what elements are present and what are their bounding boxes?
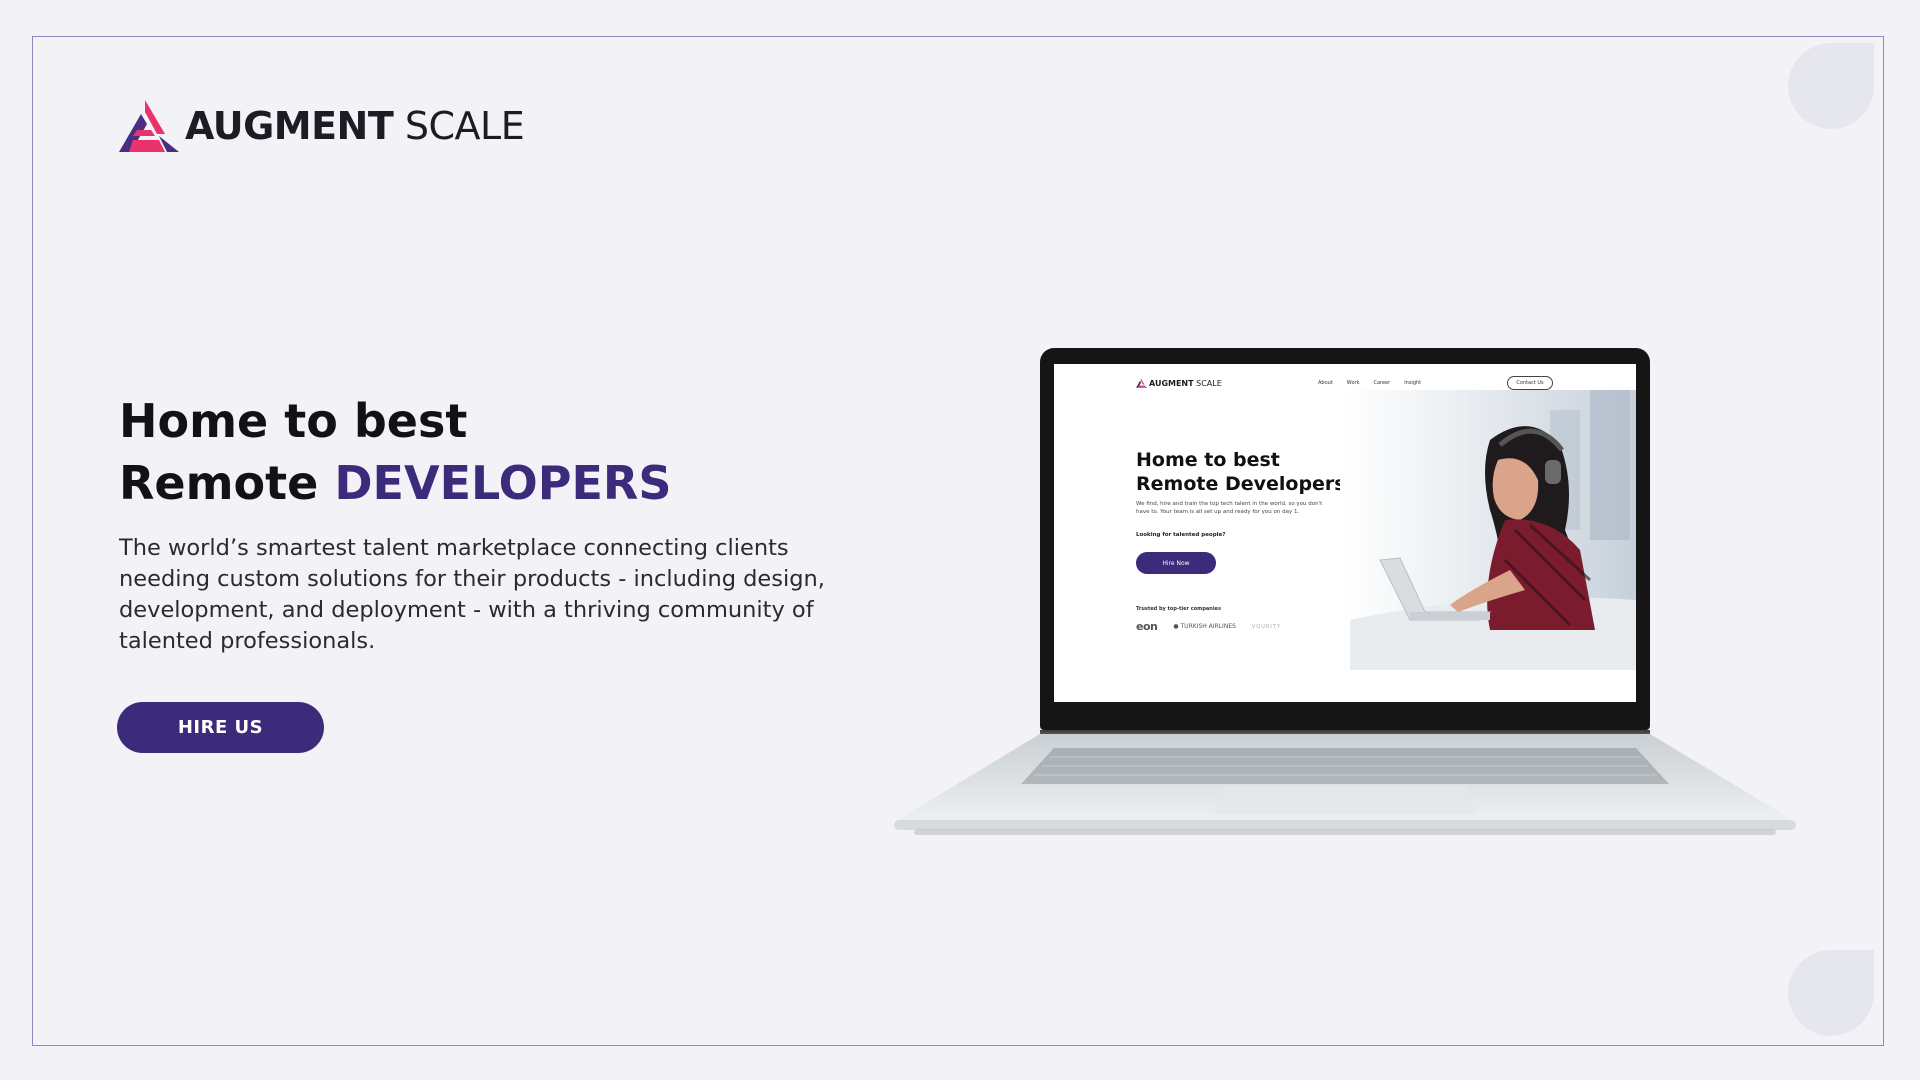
screen-nav-work: Work [1346, 380, 1360, 386]
company-logo-eon: eon [1136, 620, 1158, 633]
screen-company-logos: eon ● TURKISH AIRLINES VOURITY [1136, 620, 1281, 633]
screen-title-line2: Remote Developers [1136, 473, 1346, 495]
hire-us-button[interactable]: HIRE US [117, 702, 324, 753]
laptop-base [894, 734, 1796, 835]
brand-logo[interactable]: AUGMENT SCALE [119, 100, 525, 152]
screen-logo-icon [1136, 378, 1147, 388]
screen-title: Home to best Remote Developers [1136, 448, 1346, 496]
screen-logo-bold: AUGMENT [1149, 378, 1194, 388]
laptop-screen: AUGMENT SCALE About Work Career Insight … [1054, 364, 1636, 702]
company-logo-turkish-airlines-text: TURKISH AIRLINES [1180, 623, 1236, 630]
screen-nav-insight: Insight [1404, 380, 1422, 386]
screen-looking-label: Looking for talented people? [1136, 532, 1226, 538]
screen-nav-career: Career [1373, 380, 1391, 386]
screen-nav-about: About [1318, 380, 1333, 386]
company-logo-turkish-airlines: ● TURKISH AIRLINES [1173, 623, 1236, 630]
screen-logo-text: AUGMENT SCALE [1149, 379, 1222, 388]
screen-subtitle: We find, hire and train the top tech tal… [1136, 501, 1323, 515]
screen-trusted-label: Trusted by top-tier companies [1136, 606, 1221, 612]
screen-title-line1: Home to best [1136, 449, 1280, 471]
screen-nav: About Work Career Insight [1318, 380, 1421, 386]
laptop-mockup: AUGMENT SCALE About Work Career Insight … [894, 346, 1796, 846]
decorative-blob-top [1788, 43, 1874, 129]
laptop-lid: AUGMENT SCALE About Work Career Insight … [1040, 348, 1650, 730]
screen-logo: AUGMENT SCALE [1136, 378, 1222, 388]
hero-title-line1: Home to best [119, 394, 468, 448]
hero-title-line2-prefix: Remote [119, 456, 319, 510]
hero-title-accent: DEVELOPERS [334, 456, 672, 510]
screen-contact-button: Contact Us [1507, 376, 1553, 390]
brand-name-light: SCALE [404, 104, 525, 148]
company-logo-vourity: VOURITY [1251, 623, 1281, 630]
developer-photo [1340, 390, 1636, 670]
screen-hire-now-button: Hire Now [1136, 552, 1216, 574]
screen-logo-light: SCALE [1196, 378, 1222, 388]
brand-name-bold: AUGMENT [185, 104, 394, 148]
decorative-blob-bottom [1788, 950, 1874, 1036]
brand-name: AUGMENT SCALE [185, 104, 525, 148]
augment-scale-logo-icon [119, 100, 179, 152]
hero-description: The world’s smartest talent marketplace … [119, 535, 825, 654]
hero-title: Home to best Remote DEVELOPERS [119, 390, 671, 514]
